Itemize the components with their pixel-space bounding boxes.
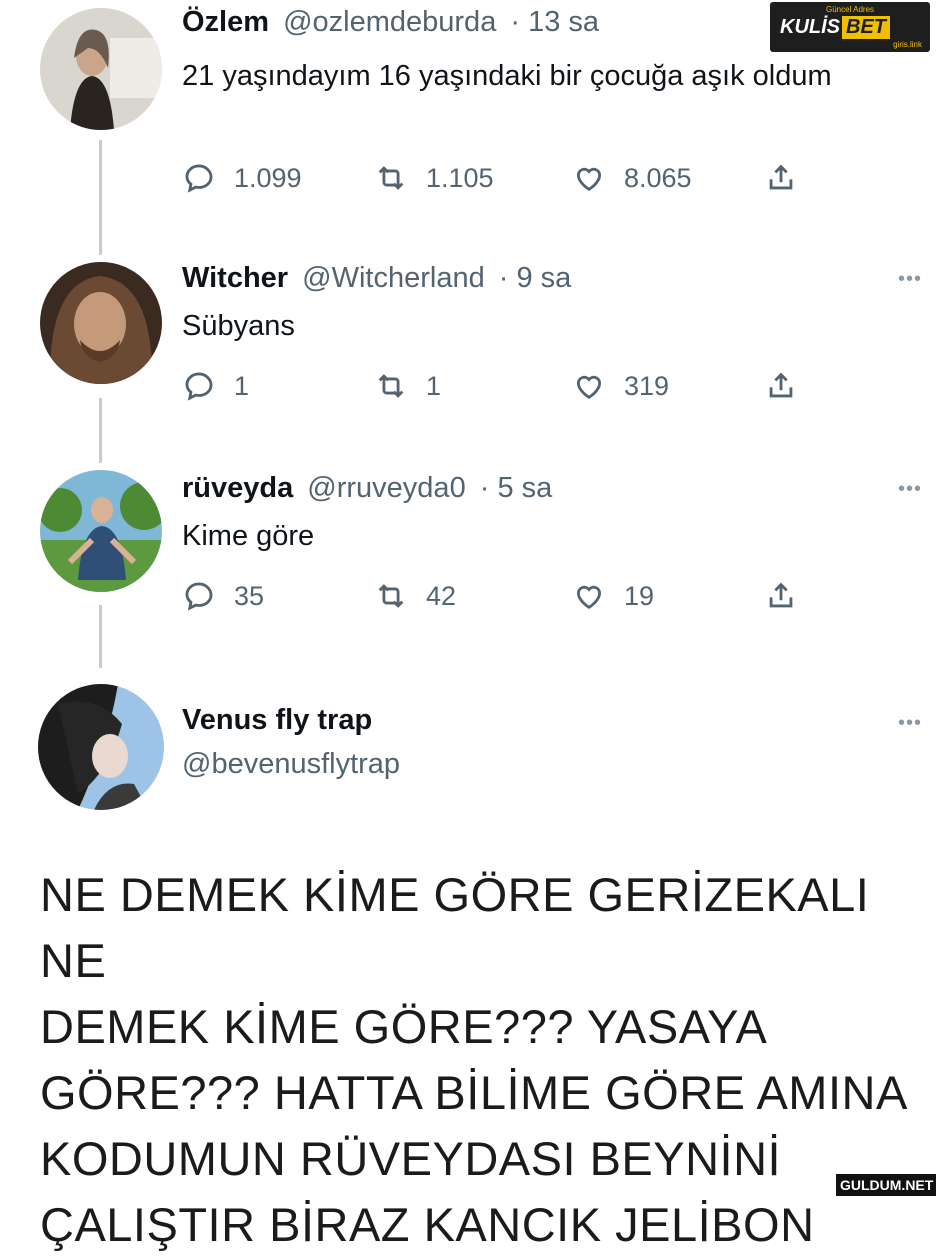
watermark-link: giris.link bbox=[893, 40, 922, 49]
tweet-text: Kime göre bbox=[182, 520, 315, 552]
tweet-header: Venus fly trap bbox=[182, 704, 372, 737]
display-name[interactable]: Witcher bbox=[182, 262, 288, 294]
reply-icon bbox=[185, 582, 213, 611]
reply-button[interactable]: 1.099 bbox=[182, 158, 302, 198]
like-count: 8.065 bbox=[624, 162, 692, 193]
tweet-handle-line: @bevenusflytrap bbox=[182, 748, 400, 781]
retweet-icon bbox=[378, 584, 404, 608]
like-button[interactable]: 319 bbox=[572, 366, 669, 406]
heart-icon bbox=[576, 167, 602, 191]
handle[interactable]: @ozlemdeburda bbox=[283, 6, 496, 38]
timestamp[interactable]: · 13 sa bbox=[510, 6, 599, 38]
like-button[interactable]: 19 bbox=[572, 576, 654, 616]
reply-icon bbox=[185, 164, 213, 193]
display-name[interactable]: Özlem bbox=[182, 6, 269, 38]
watermark-brand: KULİS BET bbox=[780, 16, 890, 39]
tweet-header: rüveyda @rruveyda0 · 5 sa bbox=[182, 472, 552, 505]
heart-icon bbox=[576, 375, 602, 399]
more-options-icon[interactable]: ••• bbox=[898, 712, 922, 735]
share-button[interactable] bbox=[764, 366, 816, 406]
retweet-icon bbox=[378, 374, 404, 398]
reply-count: 35 bbox=[234, 580, 265, 611]
thread-line bbox=[99, 140, 102, 255]
retweet-button[interactable]: 42 bbox=[374, 576, 456, 616]
handle[interactable]: @rruveyda0 bbox=[307, 472, 465, 504]
reply-count: 1 bbox=[234, 370, 250, 401]
share-button[interactable] bbox=[764, 576, 816, 616]
retweet-count: 1.105 bbox=[426, 162, 494, 193]
share-icon bbox=[769, 164, 793, 190]
more-options-icon[interactable]: ••• bbox=[898, 268, 922, 291]
reply-button[interactable]: 1 bbox=[182, 366, 249, 406]
reply-text-line: ÇALIŞTIR BİRAZ KANCIK JELİBON bbox=[40, 1198, 815, 1251]
reply-text-line: NE DEMEK KİME GÖRE GERİZEKALI NE bbox=[40, 868, 870, 987]
retweet-button[interactable]: 1 bbox=[374, 366, 441, 406]
tweet-actions: 1 1 319 bbox=[182, 366, 822, 406]
reply-text-line: KODUMUN RÜVEYDASI BEYNİNİ bbox=[40, 1132, 782, 1185]
like-count: 19 bbox=[624, 580, 655, 611]
share-icon bbox=[769, 582, 793, 608]
reply-icon bbox=[185, 372, 213, 401]
avatar[interactable] bbox=[40, 8, 162, 130]
like-count: 319 bbox=[624, 370, 670, 401]
retweet-count: 1 bbox=[426, 370, 442, 401]
reply-count: 1.099 bbox=[234, 162, 302, 193]
like-button[interactable]: 8.065 bbox=[572, 158, 692, 198]
tweet-header: Witcher @Witcherland · 9 sa bbox=[182, 262, 571, 295]
tweet-text: Sübyans bbox=[182, 310, 295, 342]
tweet-text: 21 yaşındayım 16 yaşındaki bir çocuğa aş… bbox=[182, 60, 832, 92]
display-name[interactable]: rüveyda bbox=[182, 472, 293, 504]
thread-line bbox=[99, 398, 102, 463]
share-icon bbox=[769, 372, 793, 398]
timestamp[interactable]: · 5 sa bbox=[480, 472, 553, 504]
tweet-actions: 35 42 19 bbox=[182, 576, 822, 616]
more-options-icon[interactable]: ••• bbox=[898, 478, 922, 501]
reply-text-line: DEMEK KİME GÖRE??? YASAYA bbox=[40, 1000, 768, 1053]
retweet-icon bbox=[378, 166, 404, 190]
display-name[interactable]: Venus fly trap bbox=[182, 704, 372, 736]
watermark-top-text: Güncel Adres bbox=[825, 5, 875, 14]
retweet-button[interactable]: 1.105 bbox=[374, 158, 494, 198]
kulisbet-watermark: Güncel Adres KULİS BET giris.link bbox=[770, 2, 930, 52]
handle[interactable]: @bevenusflytrap bbox=[182, 748, 400, 780]
reply-text: NE DEMEK KİME GÖRE GERİZEKALI NE DEMEK K… bbox=[40, 862, 936, 1258]
timestamp[interactable]: · 9 sa bbox=[499, 262, 572, 294]
tweet-actions: 1.099 1.105 8.065 bbox=[182, 158, 822, 198]
reply-text-line: GÖRE??? HATTA BİLİME GÖRE AMINA bbox=[40, 1066, 908, 1119]
handle[interactable]: @Witcherland bbox=[302, 262, 485, 294]
share-button[interactable] bbox=[764, 158, 816, 198]
thread-line bbox=[99, 605, 102, 668]
avatar[interactable] bbox=[38, 684, 164, 810]
avatar[interactable] bbox=[40, 262, 162, 384]
tweet-header: Özlem @ozlemdeburda · 13 sa bbox=[182, 6, 599, 39]
heart-icon bbox=[576, 585, 602, 609]
retweet-count: 42 bbox=[426, 580, 457, 611]
reply-button[interactable]: 35 bbox=[182, 576, 264, 616]
avatar[interactable] bbox=[40, 470, 162, 592]
